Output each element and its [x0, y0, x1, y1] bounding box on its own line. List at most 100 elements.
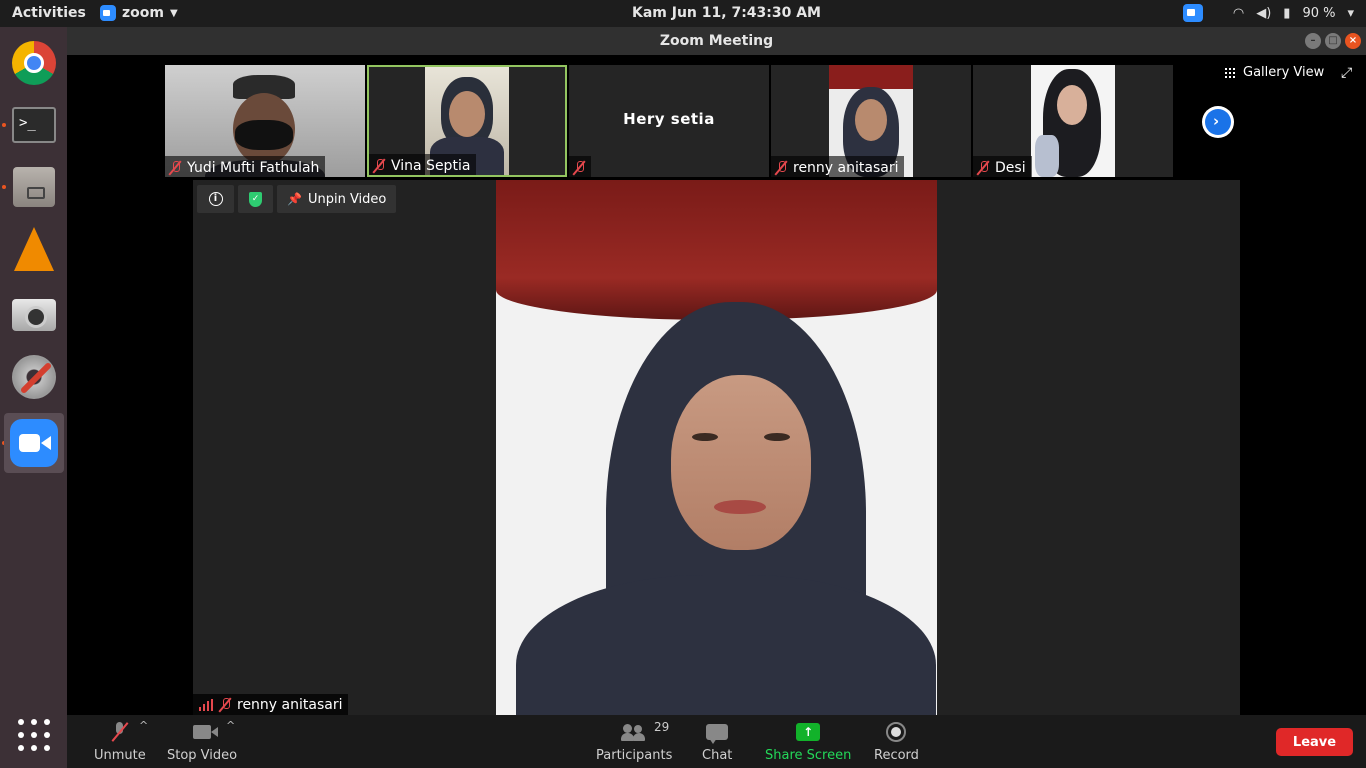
dock-camera[interactable]	[4, 285, 64, 345]
dock-zoom[interactable]	[4, 413, 64, 473]
window-titlebar: Zoom Meeting – □ ×	[67, 27, 1366, 55]
meeting-controls: Unmute ^ Stop Video ^ Participants 29 Ch…	[67, 715, 1366, 768]
terminal-icon: >_	[12, 107, 56, 143]
system-tray[interactable]: ◠ ◀) ▮ 90 % ▾	[1182, 4, 1354, 22]
unmute-button[interactable]: Unmute	[94, 721, 146, 763]
chevron-up-icon: ^	[226, 719, 236, 732]
info-icon: i	[208, 192, 223, 206]
wifi-icon: ◠	[1232, 5, 1245, 21]
participant-display-name: Hery setia	[623, 110, 715, 128]
zoom-icon	[10, 419, 58, 467]
participants-count: 29	[654, 720, 670, 734]
settings-icon	[12, 355, 56, 399]
next-page-button[interactable]: ›	[1202, 106, 1234, 138]
video-toolbar: i ✓ 📌 Unpin Video	[197, 185, 397, 213]
participant-thumbnail-active-speaker[interactable]: Vina Septia	[367, 65, 567, 177]
gallery-view-label: Gallery View	[1243, 65, 1325, 80]
camera-icon	[12, 299, 56, 331]
share-screen-button[interactable]: ↑ Share Screen	[765, 721, 851, 763]
chat-label: Chat	[702, 748, 733, 763]
participant-thumbnail[interactable]: Hery setia	[569, 65, 769, 177]
mic-muted-icon	[373, 158, 385, 174]
zoom-tray-icon[interactable]	[1182, 4, 1203, 22]
eye	[764, 433, 790, 441]
unpin-video-button[interactable]: 📌 Unpin Video	[277, 185, 397, 213]
mic-muted-icon	[977, 160, 989, 176]
mic-muted-icon	[113, 722, 127, 742]
unmute-label: Unmute	[94, 748, 146, 763]
dock: >_	[0, 27, 67, 768]
dock-files[interactable]	[4, 157, 64, 217]
system-top-bar: Activities zoom ▼ Kam Jun 11, 7:43:30 AM…	[0, 0, 1366, 27]
connection-signal-icon	[199, 698, 213, 711]
app-menu-label: zoom	[122, 5, 164, 21]
chevron-down-icon: ▾	[1347, 5, 1354, 21]
participant-name-tag: renny anitasari	[771, 156, 905, 177]
share-screen-label: Share Screen	[765, 748, 852, 763]
participant-name: renny anitasari	[793, 159, 899, 176]
vlc-icon	[14, 227, 54, 271]
activities-button[interactable]: Activities	[12, 5, 86, 21]
eye	[692, 433, 718, 441]
participant-name: Vina Septia	[391, 157, 471, 174]
meeting-area: Yudi Mufti Fathulah Vina Septia Hery set…	[67, 55, 1366, 715]
stop-video-label: Stop Video	[167, 748, 238, 763]
participants-icon	[621, 723, 647, 741]
show-apps-button[interactable]	[4, 705, 64, 765]
gallery-view-button[interactable]: Gallery View	[1225, 65, 1324, 80]
show-apps-icon	[18, 719, 50, 751]
umbrella-background	[496, 180, 937, 320]
participant-name-tag: Yudi Mufti Fathulah	[165, 156, 326, 177]
files-icon	[13, 167, 55, 207]
participants-label: Participants	[596, 748, 673, 763]
dock-terminal[interactable]: >_	[4, 95, 64, 155]
participant-thumbnail[interactable]: renny anitasari	[771, 65, 971, 177]
app-menu[interactable]: zoom ▼	[100, 5, 178, 21]
dock-vlc[interactable]	[4, 219, 64, 279]
leave-meeting-button[interactable]: Leave	[1276, 728, 1353, 756]
chat-icon	[706, 724, 729, 744]
mic-muted-icon	[573, 160, 585, 176]
volume-icon: ◀)	[1256, 5, 1272, 21]
participant-video	[1031, 65, 1115, 177]
meeting-info-button[interactable]: i	[197, 185, 234, 213]
maximize-button[interactable]: □	[1325, 33, 1341, 49]
share-screen-icon: ↑	[796, 723, 821, 741]
fullscreen-icon[interactable]: ⤢	[1341, 65, 1352, 81]
pin-icon: 📌	[287, 192, 302, 206]
record-icon	[886, 722, 907, 742]
minimize-button[interactable]: –	[1305, 33, 1321, 49]
record-button[interactable]: Record	[874, 721, 919, 763]
chevron-up-icon: ^	[139, 719, 149, 732]
battery-icon: ▮	[1283, 5, 1291, 21]
video-camera-icon	[193, 725, 219, 739]
speaker-name: renny anitasari	[237, 696, 343, 713]
battery-percent: 90 %	[1302, 5, 1336, 21]
participant-thumbnail[interactable]: Yudi Mufti Fathulah	[165, 65, 365, 177]
dock-chrome[interactable]	[4, 33, 64, 93]
speaker-name-tag: renny anitasari	[193, 694, 349, 715]
chevron-down-icon: ▼	[169, 7, 178, 19]
window-title: Zoom Meeting	[659, 33, 774, 49]
clock[interactable]: Kam Jun 11, 7:43:30 AM	[632, 5, 821, 21]
close-button[interactable]: ×	[1345, 33, 1361, 49]
pinned-video-stage: i ✓ 📌 Unpin Video renny anitasari	[193, 180, 1240, 715]
shield-icon: ✓	[249, 191, 262, 207]
chevron-right-icon: ›	[1213, 112, 1220, 130]
mic-muted-icon	[169, 160, 181, 176]
unpin-video-label: Unpin Video	[307, 191, 387, 207]
chrome-icon	[12, 41, 56, 85]
audio-options-caret[interactable]: ^	[139, 719, 148, 732]
participant-name: Desi	[995, 159, 1026, 176]
video-options-caret[interactable]: ^	[226, 719, 235, 732]
participant-thumbnail[interactable]: Desi	[973, 65, 1173, 177]
zoom-app-icon	[100, 5, 116, 21]
mic-muted-icon	[775, 160, 787, 176]
chat-button[interactable]: Chat	[702, 721, 732, 763]
participant-name-tag: Desi	[973, 156, 1032, 177]
grid-icon	[1225, 67, 1235, 78]
dock-settings[interactable]	[4, 347, 64, 407]
encryption-button[interactable]: ✓	[238, 185, 273, 213]
face	[671, 375, 811, 550]
lips	[714, 500, 766, 514]
